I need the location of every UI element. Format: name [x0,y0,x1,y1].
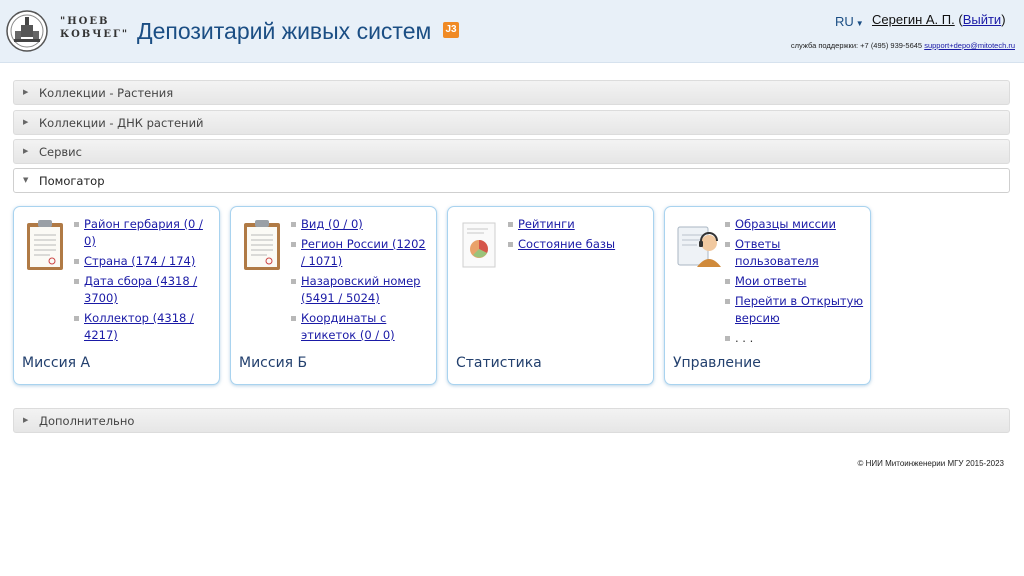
list-item: Мои ответы [725,273,865,290]
card-link-list: Вид (0 / 0) Регион России (1202 / 1071) … [291,216,431,347]
card-link[interactable]: Дата сбора (4318 / 3700) [84,274,197,305]
card-link[interactable]: Рейтинги [518,217,575,231]
paren-close: ) [1001,12,1006,27]
card-link[interactable]: Состояние базы [518,237,615,251]
bullet-icon [74,279,79,284]
university-emblem-icon [6,10,48,52]
clipboard-icon [27,220,63,270]
card-link[interactable]: Страна (174 / 174) [84,254,195,268]
bullet-icon [291,316,296,321]
list-item: Состояние базы [508,236,648,253]
language-label: RU [835,14,854,29]
list-item: Перейти в Открытую версию [725,293,865,327]
card-link[interactable]: Коллектор (4318 / 4217) [84,311,194,342]
bullet-icon [291,222,296,227]
card-mission-b: Вид (0 / 0) Регион России (1202 / 1071) … [230,206,437,385]
card-statistics: Рейтинги Состояние базы Статистика [447,206,654,385]
user-info: Серегин А. П. (Выйти) [872,12,1006,27]
card-link-list: Район гербария (0 / 0) Страна (174 / 174… [74,216,214,347]
bullet-icon [74,222,79,227]
triangle-right-icon: ▶ [23,118,29,126]
card-link[interactable]: Координаты с этикеток (0 / 0) [301,311,395,342]
card-link[interactable]: Регион России (1202 / 1071) [301,237,426,268]
list-item: Район гербария (0 / 0) [74,216,214,250]
triangle-right-icon: ▶ [23,147,29,155]
bullet-icon [725,279,730,284]
footer-copyright: © НИИ Митоинженерии МГУ 2015-2023 [857,459,1005,468]
support-info: служба поддержки: +7 (495) 939-5645 supp… [791,41,1015,50]
card-link[interactable]: Вид (0 / 0) [301,217,363,231]
list-item: Вид (0 / 0) [291,216,431,233]
clipboard-icon [244,220,280,270]
card-link[interactable]: Ответы пользователя [735,237,819,268]
support-email-link[interactable]: support+depo@mitotech.ru [924,41,1015,50]
list-item: Дата сбора (4318 / 3700) [74,273,214,307]
bullet-icon [508,242,513,247]
bullet-icon [725,222,730,227]
card-link[interactable]: Перейти в Открытую версию [735,294,863,325]
accordion-service[interactable]: ▶ Сервис [13,139,1010,164]
card-link[interactable]: Образцы миссии [735,217,836,231]
card-title: Миссия Б [239,355,308,371]
accordion-helper[interactable]: ▼ Помогатор [13,168,1010,193]
triangle-right-icon: ▶ [23,416,29,424]
card-management: Образцы миссии Ответы пользователя Мои о… [664,206,871,385]
bullet-icon [725,299,730,304]
card-mission-a: Район гербария (0 / 0) Страна (174 / 174… [13,206,220,385]
card-link-list: Рейтинги Состояние базы [508,216,648,256]
card-link[interactable]: Назаровский номер (5491 / 5024) [301,274,420,305]
user-name-link[interactable]: Серегин А. П. [872,12,955,27]
list-item: Назаровский номер (5491 / 5024) [291,273,431,307]
logo-text: "НОЕВ КОВЧЕГ" [60,15,130,41]
list-item: Рейтинги [508,216,648,233]
card-title: Миссия А [22,355,91,371]
accordion-additional[interactable]: ▶ Дополнительно [13,408,1010,433]
bullet-icon [291,279,296,284]
bullet-icon [74,259,79,264]
support-operator-icon [677,226,721,267]
accordion-label: Помогатор [39,174,105,188]
card-title: Управление [673,355,761,371]
chevron-down-icon: ▼ [855,19,864,28]
more-dots[interactable]: . . . [735,331,753,345]
bullet-icon [508,222,513,227]
card-title: Статистика [456,355,542,371]
bullet-icon [725,336,730,341]
j3-badge[interactable]: J3 [443,22,459,38]
support-label: служба поддержки: +7 (495) 939-5645 [790,41,923,50]
card-link-list: Образцы миссии Ответы пользователя Мои о… [725,216,865,350]
accordion-collections-plants[interactable]: ▶ Коллекции - Растения [13,80,1010,105]
accordion-label: Сервис [39,145,82,159]
report-chart-icon [462,222,496,268]
bullet-icon [291,242,296,247]
accordion-label: Коллекции - Растения [39,86,174,100]
list-item: Страна (174 / 174) [74,253,214,270]
list-item: Координаты с этикеток (0 / 0) [291,310,431,344]
logo-line-2: КОВЧЕГ" [60,29,130,40]
triangle-down-icon: ▼ [23,176,29,184]
list-item: . . . [725,330,865,347]
language-selector[interactable]: RU ▼ [835,14,864,29]
logout-link[interactable]: Выйти [963,12,1002,27]
bullet-icon [74,316,79,321]
header: "НОЕВ КОВЧЕГ" Депозитарий живых систем J… [0,0,1024,63]
bullet-icon [725,242,730,247]
list-item: Образцы миссии [725,216,865,233]
accordion-label: Коллекции - ДНК растений [39,116,204,130]
accordion-collections-dna[interactable]: ▶ Коллекции - ДНК растений [13,110,1010,135]
list-item: Ответы пользователя [725,236,865,270]
triangle-right-icon: ▶ [23,88,29,96]
site-title[interactable]: Депозитарий живых систем [137,18,431,45]
list-item: Коллектор (4318 / 4217) [74,310,214,344]
logo-line-1: "НОЕВ [60,16,110,27]
card-link[interactable]: Район гербария (0 / 0) [84,217,203,248]
card-link[interactable]: Мои ответы [735,274,806,288]
accordion-label: Дополнительно [39,414,135,428]
list-item: Регион России (1202 / 1071) [291,236,431,270]
